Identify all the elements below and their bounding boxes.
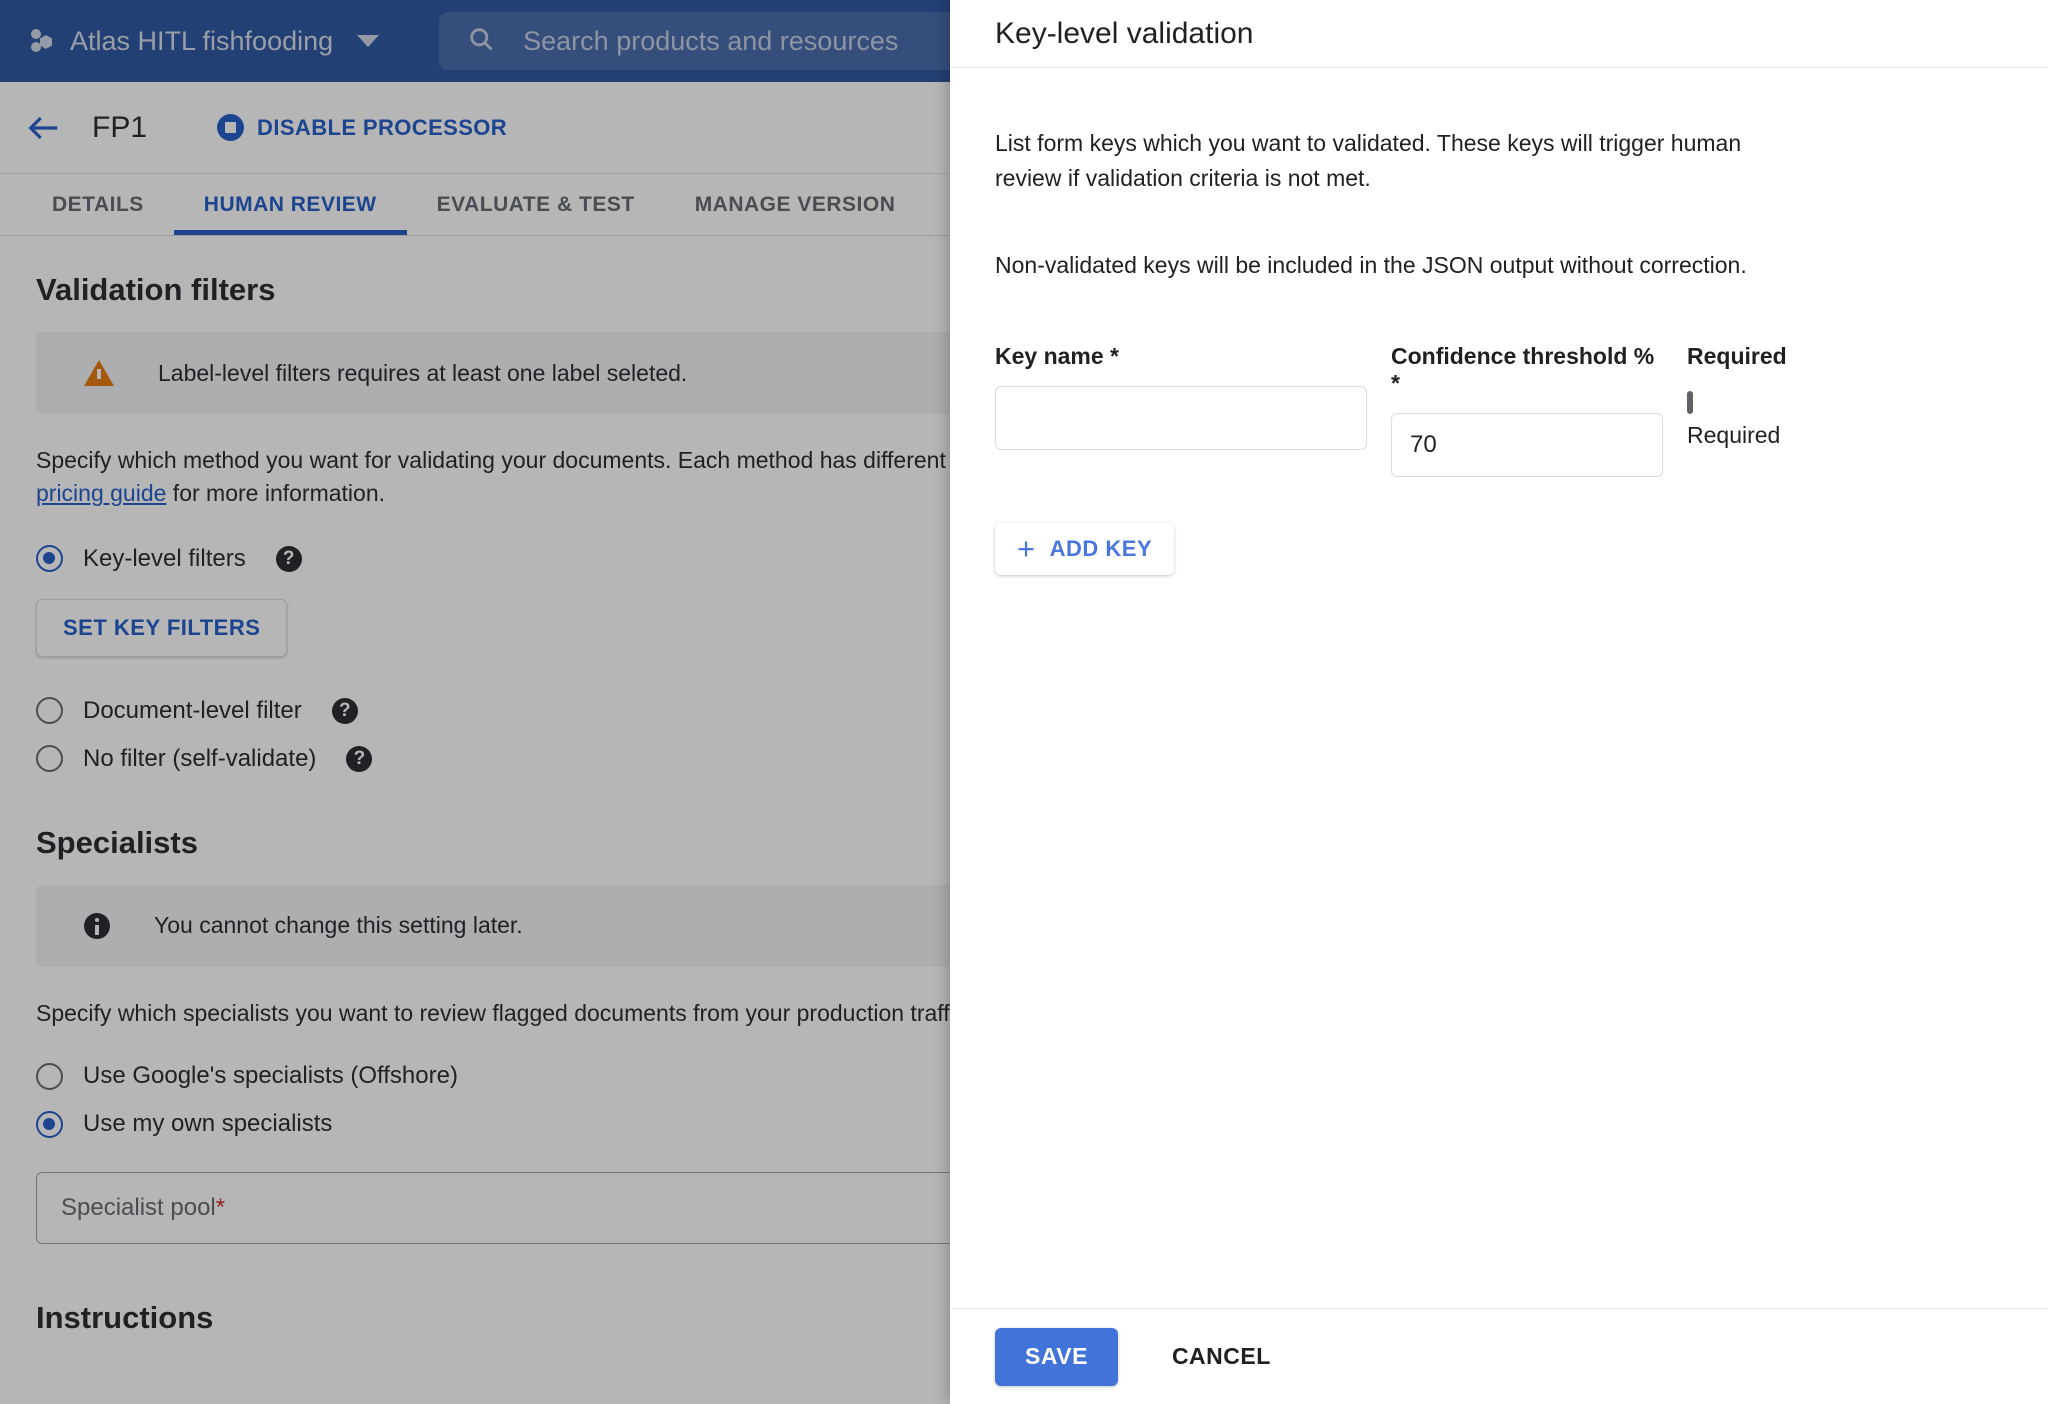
save-button[interactable]: SAVE [995, 1327, 1118, 1386]
panel-paragraph-1: List form keys which you want to validat… [995, 130, 1742, 191]
add-key-button[interactable]: + ADD KEY [995, 522, 1175, 575]
confidence-threshold-column: Confidence threshold % * 70 [1391, 343, 1663, 477]
confidence-threshold-label: Confidence threshold % * [1391, 342, 1655, 396]
key-name-input[interactable] [995, 385, 1367, 450]
key-validation-row: Key name * Confidence threshold % * 70 R… [995, 343, 2003, 477]
panel-footer: SAVE CANCEL [950, 1308, 2048, 1404]
panel-body: List form keys which you want to validat… [950, 68, 2048, 1308]
required-column: Required Required [1687, 343, 1827, 449]
cancel-button[interactable]: CANCEL [1148, 1328, 1295, 1386]
key-level-validation-panel: Key-level validation List form keys whic… [950, 0, 2048, 1404]
app-root: Atlas HITL fishfooding Search products a… [0, 0, 2048, 1404]
required-checkbox[interactable] [1687, 390, 1693, 414]
required-checkbox-wrap[interactable]: Required [1687, 386, 1827, 449]
key-name-label: Key name * [995, 342, 1120, 369]
plus-icon: + [1017, 531, 1036, 567]
confidence-threshold-input[interactable]: 70 [1391, 412, 1663, 477]
add-key-label: ADD KEY [1049, 535, 1153, 561]
panel-title: Key-level validation [995, 16, 1254, 50]
panel-header: Key-level validation [950, 0, 2048, 68]
key-name-column: Key name * [995, 343, 1367, 450]
required-header: Required [1687, 342, 1787, 369]
panel-paragraph-2: Non-validated keys will be included in t… [995, 251, 1747, 278]
required-checkbox-label: Required [1687, 421, 1781, 448]
